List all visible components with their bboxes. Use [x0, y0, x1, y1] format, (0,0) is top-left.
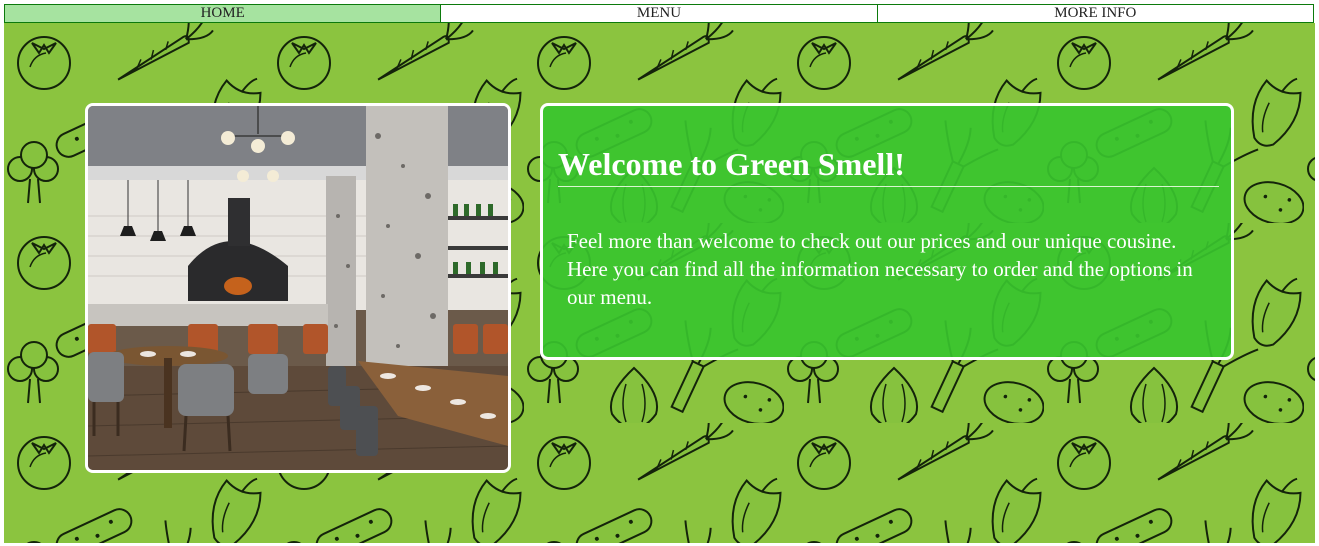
restaurant-photo [85, 103, 511, 473]
top-navigation: HOME MENU MORE INFO [4, 4, 1314, 23]
welcome-title: Welcome to Green Smell! [558, 146, 1219, 187]
restaurant-interior-image [88, 106, 508, 470]
page: HOME MENU MORE INFO Welcome to Green Sme… [0, 0, 1319, 546]
hero-section: Welcome to Green Smell! Feel more than w… [4, 23, 1315, 543]
nav-menu[interactable]: MENU [441, 4, 878, 23]
welcome-card: Welcome to Green Smell! Feel more than w… [540, 103, 1234, 360]
nav-home[interactable]: HOME [4, 4, 442, 23]
welcome-text: Feel more than welcome to check out our … [567, 229, 1193, 309]
nav-more-info[interactable]: MORE INFO [877, 4, 1314, 23]
